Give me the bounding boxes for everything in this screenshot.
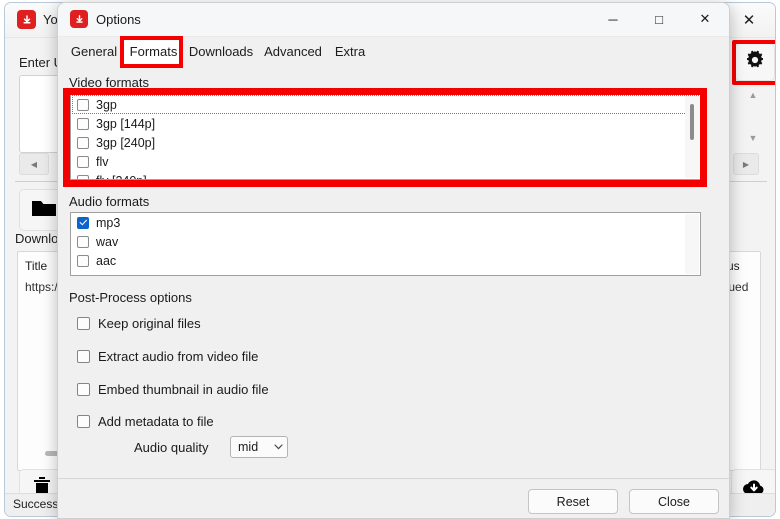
prev-page-button[interactable]: ◀ (19, 153, 49, 175)
table-header-title: Title (25, 259, 48, 273)
checkbox-add-metadata[interactable] (77, 415, 90, 428)
option-label: Extract audio from video file (98, 349, 259, 364)
list-item-label: mp3 (96, 215, 121, 230)
next-page-button[interactable]: ▶ (733, 153, 759, 175)
tab-downloads[interactable]: Downloads (185, 39, 257, 64)
list-item-label: wav (96, 234, 119, 249)
audio-formats-label: Audio formats (69, 194, 150, 209)
post-process-label: Post-Process options (69, 290, 192, 305)
chevron-down-icon (274, 442, 283, 452)
checkbox-keep-original-files[interactable] (77, 317, 90, 330)
highlight-video-formats-listbox (63, 88, 707, 187)
list-item[interactable]: mp3 (71, 213, 700, 232)
tab-advanced[interactable]: Advanced (259, 39, 327, 64)
option-keep-original-files[interactable]: Keep original files (77, 316, 201, 331)
option-label: Embed thumbnail in audio file (98, 382, 269, 397)
option-extract-audio[interactable]: Extract audio from video file (77, 349, 258, 364)
dialog-footer: Reset Close (58, 478, 729, 518)
audio-quality-value: mid (238, 440, 259, 454)
audio-quality-label: Audio quality (134, 440, 209, 455)
checkbox-embed-thumbnail[interactable] (77, 383, 90, 396)
tab-extra[interactable]: Extra (329, 39, 371, 64)
table-row[interactable]: https:// (25, 280, 61, 294)
audio-formats-listbox[interactable]: mp3 wav aac (70, 212, 701, 276)
option-label: Keep original files (98, 316, 201, 331)
scroll-down-icon[interactable]: ▼ (745, 130, 761, 146)
option-add-metadata[interactable]: Add metadata to file (77, 414, 214, 429)
background-close-icon[interactable]: ✕ (729, 7, 769, 33)
checkbox-mp3[interactable] (77, 216, 89, 229)
audio-quality-select[interactable]: mid (230, 436, 288, 458)
highlight-formats-tab (120, 36, 183, 68)
screen: Yout ✕ Enter U ▲ ▼ ◀ ▶ Downlo Title atus… (0, 0, 780, 519)
download-folder-label: Downlo (15, 231, 59, 246)
list-item[interactable]: aac (71, 251, 700, 270)
checkbox-aac[interactable] (77, 254, 89, 267)
reset-button[interactable]: Reset (528, 489, 618, 514)
list-item[interactable]: wav (71, 232, 700, 251)
tab-general[interactable]: General (66, 39, 122, 64)
dialog-app-icon (70, 10, 88, 28)
dialog-title: Options (96, 12, 141, 27)
scroll-up-icon[interactable]: ▲ (745, 87, 761, 103)
app-icon (17, 10, 36, 29)
highlight-gear-button (732, 40, 775, 85)
list-item-label: aac (96, 253, 117, 268)
maximize-button[interactable]: □ (636, 3, 682, 35)
close-dialog-button[interactable]: Close (629, 489, 719, 514)
option-label: Add metadata to file (98, 414, 214, 429)
checkbox-extract-audio[interactable] (77, 350, 90, 363)
minimize-button[interactable]: ─ (590, 3, 636, 35)
status-text: Successf (13, 497, 62, 511)
option-embed-thumbnail[interactable]: Embed thumbnail in audio file (77, 382, 269, 397)
checkbox-wav[interactable] (77, 235, 89, 248)
audio-formats-scrollbar[interactable] (685, 214, 699, 274)
options-dialog: Options ─ □ ✕ General Formats Downloads … (57, 2, 730, 519)
folder-icon (31, 198, 57, 223)
close-button[interactable]: ✕ (682, 3, 728, 35)
